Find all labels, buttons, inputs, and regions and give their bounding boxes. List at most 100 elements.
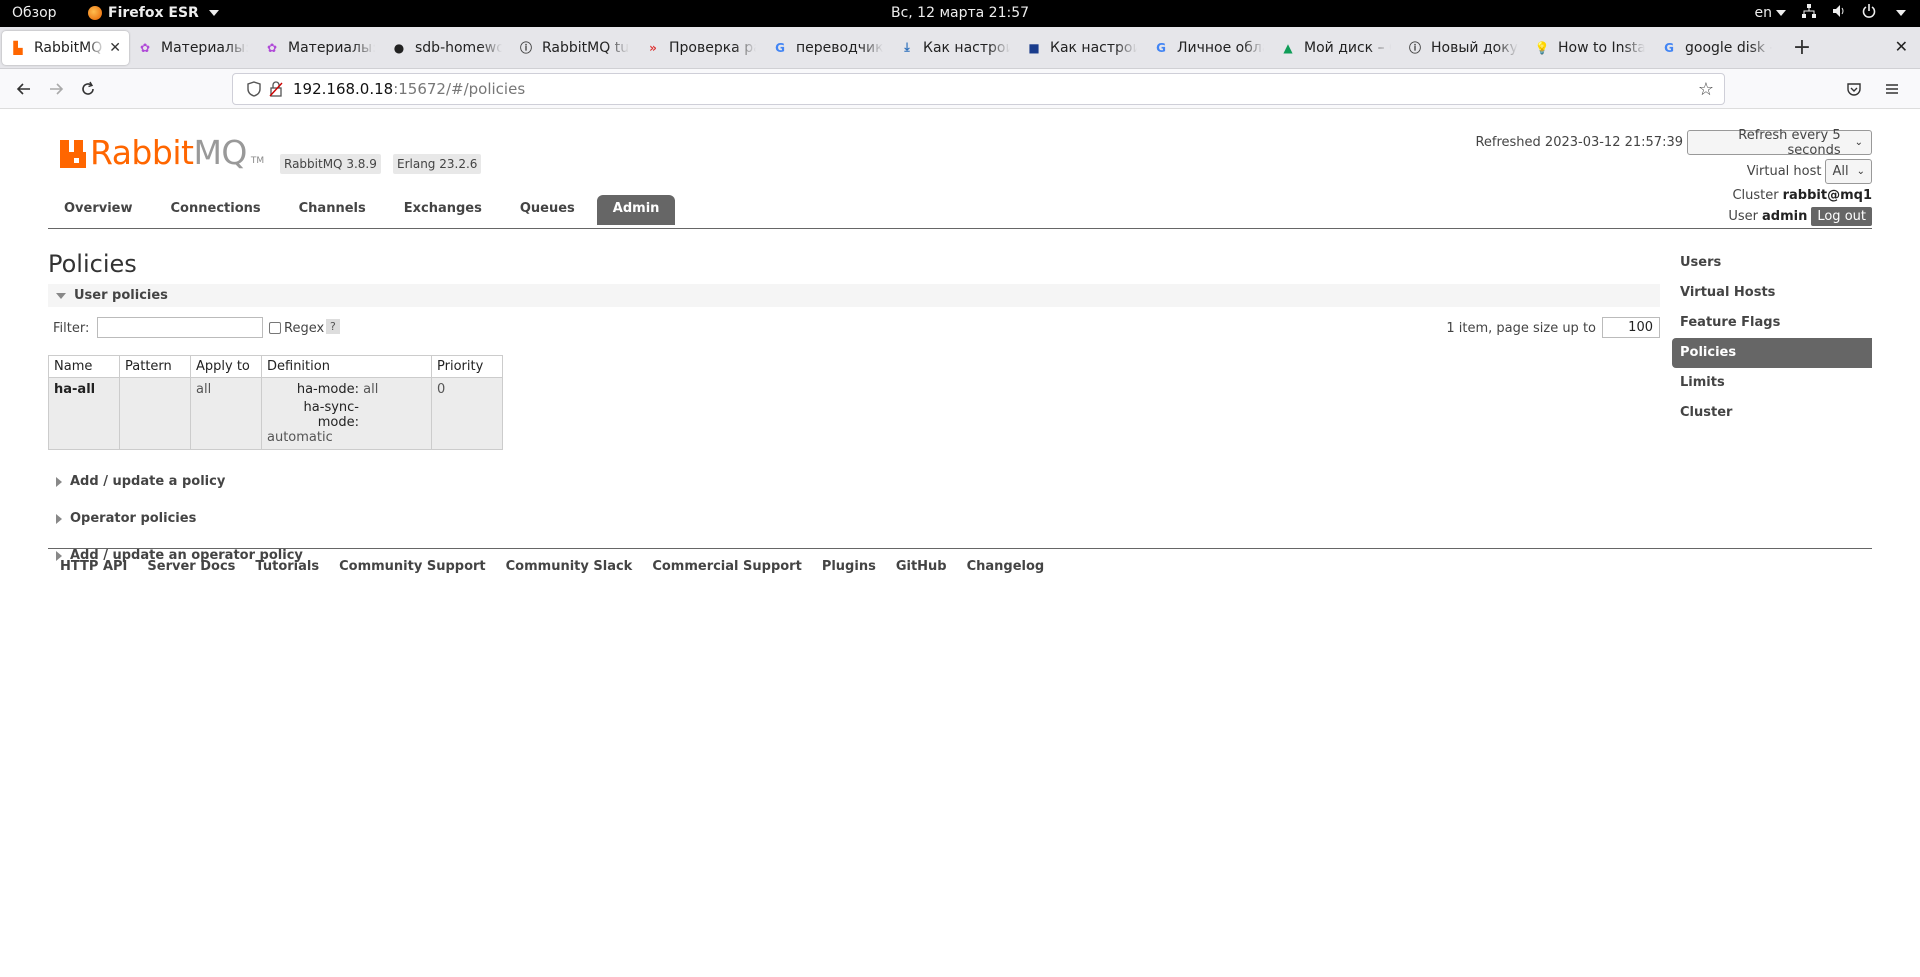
policies-table: Name Pattern Apply to Definition Priorit… (48, 355, 503, 450)
sidebar-item-policies[interactable]: Policies (1672, 338, 1872, 368)
language-indicator[interactable]: en (1754, 5, 1786, 21)
sidebar-item-cluster[interactable]: Cluster (1672, 398, 1872, 428)
close-window-icon[interactable]: ✕ (1895, 37, 1908, 56)
browser-tab[interactable]: ✿ Материалы: (256, 31, 383, 65)
browser-tab[interactable]: ▙ RabbitMQ ✕ (2, 30, 129, 65)
browser-tab[interactable]: Gпереводчик (764, 31, 891, 65)
hamburger-menu-button[interactable] (1876, 73, 1908, 105)
clock[interactable]: Вс, 12 марта 21:57 (891, 5, 1029, 21)
browser-tab[interactable]: ✿ Материалы: (129, 31, 256, 65)
admin-side-nav: Users Virtual Hosts Feature Flags Policies L… (1672, 248, 1872, 428)
back-button[interactable] (8, 73, 40, 105)
user-label: User (1728, 209, 1758, 224)
policy-name-link[interactable]: ha-all (48, 377, 120, 450)
logo-trademark: TM (250, 156, 265, 166)
url-bar[interactable]: 192.168.0.18:15672/#/policies ☆ (232, 73, 1725, 105)
footer-link-community-support[interactable]: Community Support (339, 559, 486, 574)
browser-tab-label: How to Insta (1558, 39, 1645, 56)
bookmark-star-icon[interactable]: ☆ (1698, 79, 1714, 100)
footer-link-tutorials[interactable]: Tutorials (255, 559, 319, 574)
download-icon: ⤓ (904, 40, 910, 54)
browser-tab[interactable]: 💡 How to Insta (1526, 31, 1653, 65)
sidebar-item-virtual-hosts[interactable]: Virtual Hosts (1672, 278, 1872, 308)
column-header-pattern: Pattern (119, 355, 191, 378)
footer-link-plugins[interactable]: Plugins (822, 559, 876, 574)
footer-link-server-docs[interactable]: Server Docs (147, 559, 235, 574)
operator-policies-section-toggle[interactable]: Operator policies (48, 500, 1660, 537)
regex-checkbox[interactable] (269, 322, 281, 334)
rabbitmq-logo-icon (60, 140, 86, 168)
tab-channels[interactable]: Channels (283, 195, 382, 225)
filter-input[interactable] (97, 317, 263, 338)
sidebar-item-feature-flags[interactable]: Feature Flags (1672, 308, 1872, 338)
firefox-icon (88, 6, 102, 20)
browser-tab[interactable]: ⓘ Новый доку (1399, 31, 1526, 65)
new-tab-button[interactable]: + (1784, 31, 1820, 65)
table-row[interactable]: ha-all all ha-mode: all ha-sync-mode: au… (48, 377, 503, 450)
materials-icon: ✿ (139, 40, 151, 55)
hamburger-icon (1886, 84, 1898, 94)
browser-tab[interactable]: Ggoogle disk - (1653, 31, 1780, 65)
erlang-version-badge: Erlang 23.2.6 (393, 154, 482, 174)
tab-overview[interactable]: Overview (48, 195, 149, 225)
virtual-host-select[interactable]: All ⌄ (1825, 159, 1872, 184)
shield-icon[interactable] (243, 81, 265, 97)
user-policies-section-toggle[interactable]: User policies (48, 284, 1660, 307)
footer-link-changelog[interactable]: Changelog (967, 559, 1045, 574)
page-title: Policies (48, 250, 137, 278)
logout-button[interactable]: Log out (1811, 207, 1872, 226)
refresh-interval-value: Refresh every 5 seconds (1738, 127, 1841, 158)
refresh-interval-select[interactable]: Refresh every 5 seconds ⌄ (1687, 127, 1872, 158)
system-menu-chevron-icon[interactable] (1896, 10, 1906, 16)
pocket-button[interactable] (1838, 73, 1870, 105)
user-policies-heading: User policies (74, 288, 168, 303)
rabbitmq-logo[interactable]: RabbitMQ TM (60, 136, 265, 169)
browser-tab[interactable]: G Личное обла (1145, 31, 1272, 65)
browser-tab[interactable]: ■ Как настрои (1018, 31, 1145, 65)
insecure-lock-icon[interactable] (265, 81, 287, 97)
browser-tab[interactable]: ▲ Мой диск – G (1272, 31, 1399, 65)
tab-queues[interactable]: Queues (504, 195, 591, 225)
page-size-input[interactable]: 100 (1602, 317, 1660, 338)
browser-tab[interactable]: » Проверка ра (637, 31, 764, 65)
footer-link-community-slack[interactable]: Community Slack (506, 559, 633, 574)
main-nav-tabs: Overview Connections Channels Exchanges Queu… (48, 195, 681, 225)
regex-help-button[interactable]: ? (326, 319, 340, 334)
browser-tab-label: Личное обла (1177, 39, 1264, 56)
sidebar-item-users[interactable]: Users (1672, 248, 1872, 278)
footer-link-http-api[interactable]: HTTP API (60, 559, 127, 574)
footer-link-commercial-support[interactable]: Commercial Support (652, 559, 802, 574)
browser-tab-label: Материалы: (288, 39, 375, 56)
column-header-apply-to: Apply to (190, 355, 262, 378)
rabbitmq-management-page: RabbitMQ TM RabbitMQ 3.8.9 Erlang 23.2.6… (0, 110, 1920, 977)
tab-admin[interactable]: Admin (596, 195, 676, 225)
definition-value: all (363, 382, 379, 397)
reload-button[interactable] (72, 73, 104, 105)
footer-link-github[interactable]: GitHub (896, 559, 947, 574)
browser-tab[interactable]: ⓘ RabbitMQ tu (510, 31, 637, 65)
tab-exchanges[interactable]: Exchanges (388, 195, 498, 225)
close-tab-icon[interactable]: ✕ (109, 40, 121, 56)
browser-tab-label: google disk - (1685, 39, 1772, 56)
chevron-down-icon: ⌄ (1856, 166, 1865, 177)
volume-icon[interactable] (1832, 4, 1846, 22)
browser-tab-label: RabbitMQ (34, 39, 103, 56)
network-icon[interactable] (1802, 4, 1816, 22)
tab-connections[interactable]: Connections (155, 195, 277, 225)
activities-button[interactable]: Обзор (12, 5, 57, 21)
sidebar-item-limits[interactable]: Limits (1672, 368, 1872, 398)
browser-tab-label: Мой диск – G (1304, 39, 1391, 56)
browser-tab[interactable]: ● sdb-homewo (383, 31, 510, 65)
logo-mq: MQ (193, 133, 247, 172)
cluster-label: Cluster (1732, 188, 1779, 203)
app-menu[interactable]: Firefox ESR (88, 5, 219, 21)
forward-button[interactable] (40, 73, 72, 105)
browser-tab[interactable]: ⤓ Как настрои (891, 31, 1018, 65)
power-icon[interactable] (1862, 4, 1876, 22)
language-label: en (1754, 5, 1773, 21)
add-policy-section-toggle[interactable]: Add / update a policy (48, 463, 1660, 500)
regex-label[interactable]: Regex (284, 321, 324, 336)
reload-icon (82, 81, 94, 95)
filter-row: Filter: Regex ? 1 item, page size up to … (48, 307, 1660, 347)
browser-tab-label: Материалы: (161, 39, 248, 56)
